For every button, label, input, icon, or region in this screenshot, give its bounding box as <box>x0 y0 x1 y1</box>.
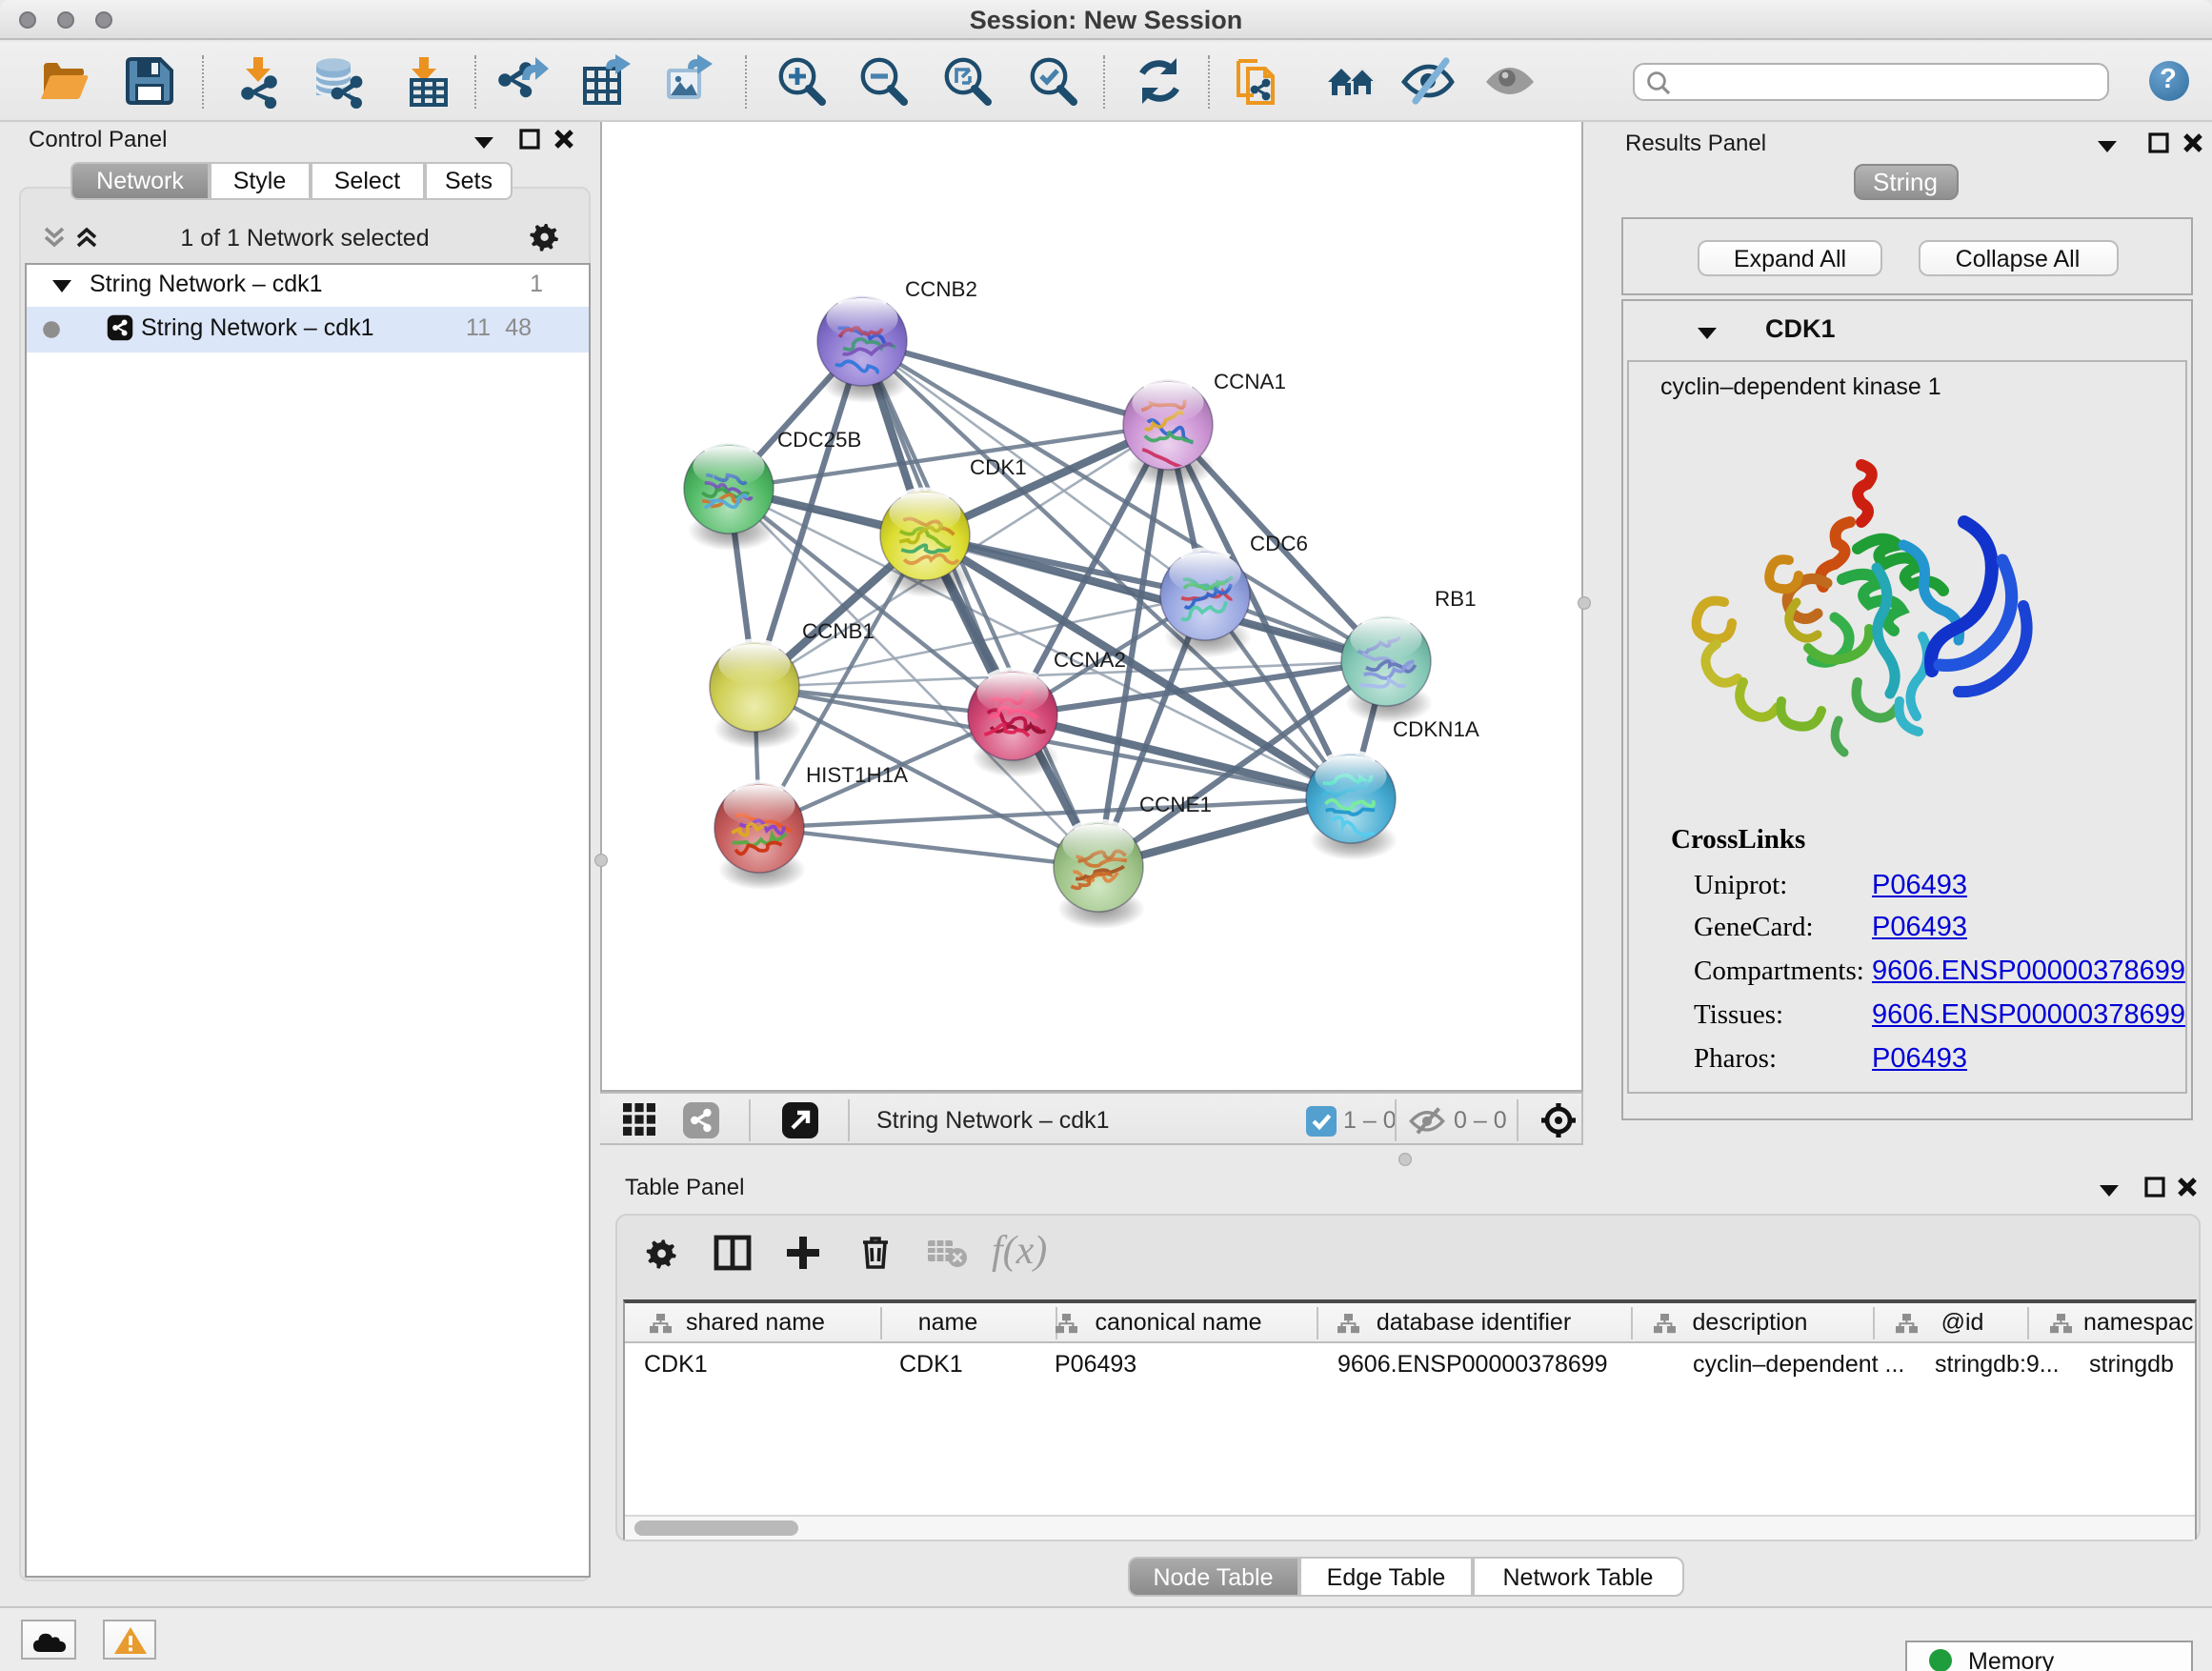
svg-text:CDK1: CDK1 <box>970 455 1027 479</box>
svg-text:CDC6: CDC6 <box>1250 532 1308 555</box>
svg-text:CCNB1: CCNB1 <box>802 619 875 643</box>
svg-text:CCNA2: CCNA2 <box>1054 648 1126 672</box>
svg-text:RB1: RB1 <box>1435 587 1477 611</box>
svg-text:CCNE1: CCNE1 <box>1139 793 1212 816</box>
svg-text:CDC25B: CDC25B <box>777 428 861 452</box>
svg-text:CCNB2: CCNB2 <box>905 277 977 301</box>
svg-text:HIST1H1A: HIST1H1A <box>806 763 908 787</box>
svg-text:CDKN1A: CDKN1A <box>1393 717 1479 741</box>
svg-text:CCNA1: CCNA1 <box>1214 370 1286 393</box>
